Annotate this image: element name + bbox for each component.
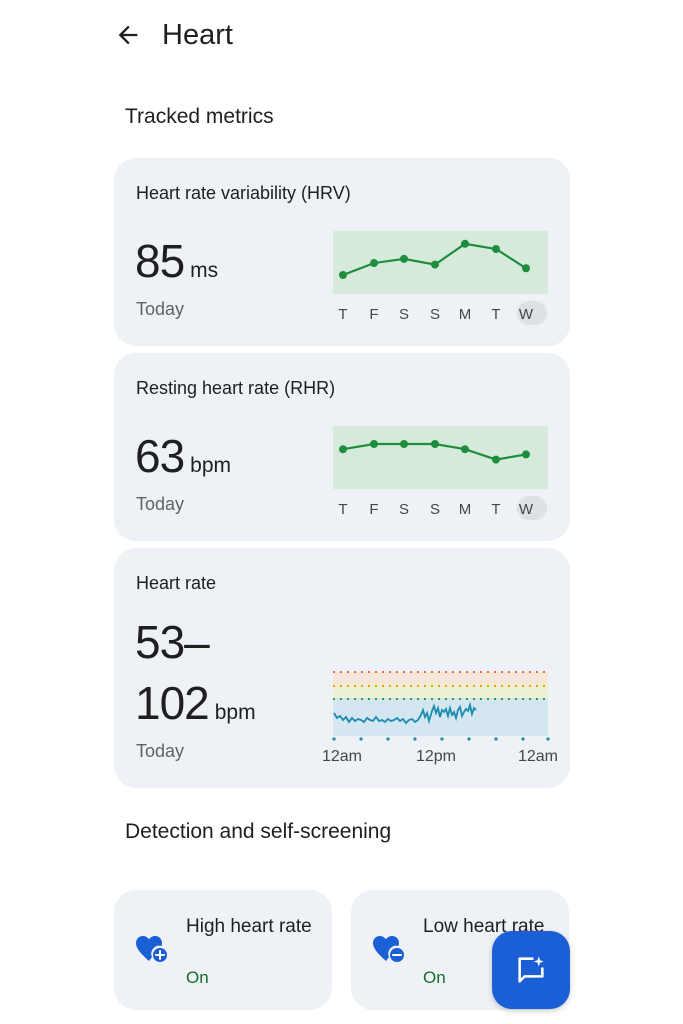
rhr-card[interactable]: Resting heart rate (RHR) 63 bpm Today T F S… bbox=[114, 353, 570, 541]
x-tick-label: 12am bbox=[518, 748, 558, 765]
heart-plus-icon bbox=[136, 936, 167, 962]
hrv-day-label: S bbox=[430, 306, 440, 323]
rhr-day-label: S bbox=[399, 501, 409, 518]
high-heart-rate-status: On bbox=[186, 968, 209, 987]
heart-rate-range-line1: 53– bbox=[135, 616, 210, 668]
rhr-value: 63 bbox=[135, 430, 185, 482]
rhr-day-label: F bbox=[369, 501, 378, 518]
hrv-trend-chart: TFSSMTW bbox=[333, 231, 548, 325]
hrv-day-label: T bbox=[491, 306, 500, 323]
chat-sparkle-icon bbox=[518, 956, 544, 983]
hrv-trend-point bbox=[370, 259, 378, 268]
hrv-day-label: T bbox=[338, 306, 347, 323]
hrv-day-label: S bbox=[399, 306, 409, 323]
heart-rate-unit: bpm bbox=[214, 701, 256, 724]
high-heart-rate-card[interactable]: High heart rate On bbox=[114, 890, 332, 1010]
heart-minus-icon bbox=[373, 936, 404, 962]
rhr-day-label: S bbox=[430, 501, 440, 518]
section-heading-detection: Detection and self-screening bbox=[125, 820, 392, 843]
hrv-trend-point bbox=[400, 254, 408, 263]
rhr-trend-point bbox=[492, 455, 500, 464]
high-heart-rate-label: High heart rate bbox=[186, 916, 312, 937]
rhr-trend-point bbox=[339, 445, 347, 454]
rhr-trend-point bbox=[461, 445, 469, 454]
rhr-period: Today bbox=[136, 494, 185, 514]
x-tick-label: 12am bbox=[322, 748, 362, 765]
heart-rate-period: Today bbox=[136, 741, 185, 761]
x-axis-tick-dots bbox=[332, 737, 550, 741]
rhr-day-label: T bbox=[338, 501, 347, 518]
top-bar: Heart bbox=[112, 12, 233, 58]
hrv-day-label: F bbox=[369, 306, 378, 323]
rhr-trend-point bbox=[370, 440, 378, 448]
rhr-title: Resting heart rate (RHR) bbox=[136, 378, 336, 398]
chat-fab-button[interactable] bbox=[492, 931, 570, 1009]
heart-rate-max: 102 bbox=[135, 677, 210, 729]
arrow-left-icon bbox=[118, 25, 138, 45]
back-button[interactable] bbox=[110, 17, 146, 53]
rhr-day-label: W bbox=[519, 501, 534, 518]
page-title: Heart bbox=[162, 18, 233, 51]
heart-rate-title: Heart rate bbox=[136, 573, 217, 593]
hrv-trend-point bbox=[431, 260, 439, 269]
rhr-trend-point bbox=[400, 440, 408, 448]
rhr-trend-point bbox=[522, 450, 530, 459]
section-heading-tracked-metrics: Tracked metrics bbox=[125, 105, 274, 128]
heart-rate-card[interactable]: Heart rate 53– 102 bpm Today 12am 12pm 12… bbox=[114, 548, 570, 788]
x-tick-label: 12pm bbox=[416, 748, 456, 765]
hrv-trend-point bbox=[461, 239, 469, 248]
rhr-trend-point bbox=[431, 440, 439, 448]
hrv-day-label: M bbox=[459, 306, 472, 323]
low-heart-rate-status: On bbox=[423, 968, 446, 987]
hrv-trend-point bbox=[339, 271, 347, 279]
rhr-day-label: T bbox=[491, 501, 500, 518]
rhr-value-group: 63 bpm bbox=[135, 429, 231, 483]
hrv-trend-point bbox=[522, 264, 530, 273]
hrv-day-label: W bbox=[519, 306, 534, 323]
heart-rate-day-chart: 12am 12pm 12am bbox=[322, 671, 558, 765]
heart-rate-range-line2-group: 102 bpm bbox=[135, 676, 256, 730]
hrv-value: 85 bbox=[135, 235, 185, 287]
rhr-unit: bpm bbox=[190, 454, 232, 477]
zone-peak bbox=[333, 672, 548, 684]
hrv-trend-point bbox=[492, 245, 500, 253]
hrv-title: Heart rate variability (HRV) bbox=[136, 183, 351, 203]
hrv-unit: ms bbox=[190, 259, 219, 282]
hrv-value-group: 85 ms bbox=[135, 234, 218, 288]
hrv-period: Today bbox=[136, 299, 185, 319]
hrv-card[interactable]: Heart rate variability (HRV) 85 ms Today … bbox=[114, 158, 570, 346]
rhr-day-label: M bbox=[459, 501, 472, 518]
rhr-chart-background bbox=[333, 426, 548, 489]
rhr-trend-chart: TFSSMTW bbox=[333, 426, 548, 520]
